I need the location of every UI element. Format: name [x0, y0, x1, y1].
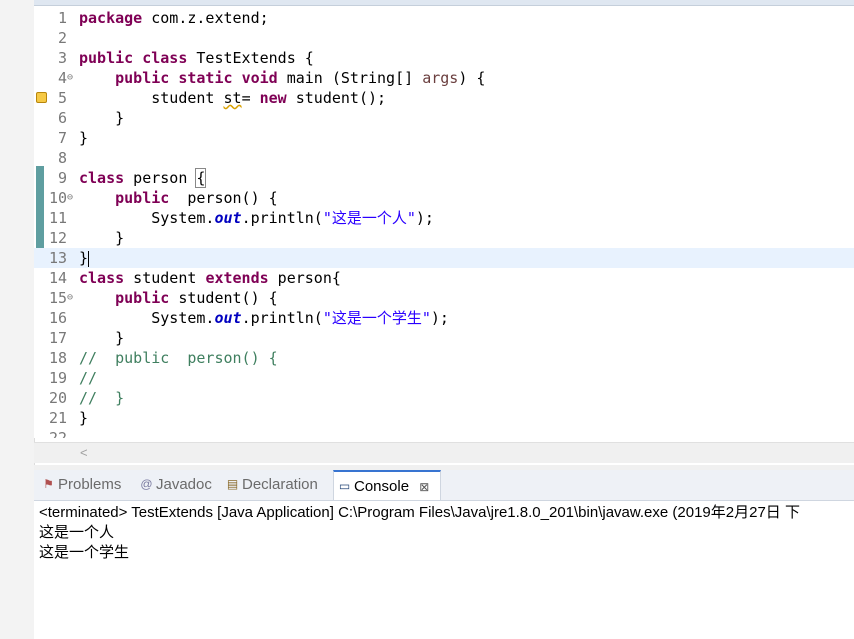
code-line[interactable]: 6 } [34, 108, 854, 128]
code-line[interactable]: 18 // public person() { [34, 348, 854, 368]
code-text: package com.z.extend; [79, 9, 269, 27]
code-text: } [79, 249, 90, 267]
code-text: public person() { [115, 189, 278, 207]
console-status-line: <terminated> TestExtends [Java Applicati… [39, 504, 800, 521]
code-text: } [79, 329, 125, 347]
code-line[interactable]: 12 } [34, 228, 854, 248]
tab-console-label: Console [354, 478, 410, 495]
line-number: 6 [57, 109, 67, 127]
code-line[interactable]: 3 public class TestExtends { [34, 48, 854, 68]
code-editor[interactable]: 1 package com.z.extend; 2 3 public class Tes… [34, 6, 854, 438]
code-line[interactable]: 20 // } [34, 388, 854, 408]
code-text: // [79, 369, 98, 387]
code-line[interactable]: 19 // [34, 368, 854, 388]
problems-icon: ⚑ [43, 477, 54, 491]
scroll-left-arrow-icon[interactable]: < [80, 445, 88, 460]
editor-horizontal-scrollbar[interactable]: < [34, 442, 854, 463]
tab-problems-label: Problems [58, 476, 122, 493]
code-line[interactable]: 21} [34, 408, 854, 428]
fold-toggle-icon[interactable]: ⊖ [67, 68, 77, 88]
line-number: 15 [48, 289, 67, 307]
line-number: 1 [57, 9, 67, 27]
warning-icon[interactable] [36, 92, 47, 103]
code-line[interactable]: 8 [34, 148, 854, 168]
fold-toggle-icon[interactable]: ⊖ [67, 188, 77, 208]
line-number: 2 [57, 29, 67, 47]
tab-problems[interactable]: ⚑ Problems [38, 470, 136, 500]
line-number: 16 [48, 309, 67, 327]
code-line[interactable]: 11 System.out.println("这是一个人"); [34, 208, 854, 228]
code-line[interactable]: 15 ⊖ public student() { [34, 288, 854, 308]
code-text: public student() { [115, 289, 278, 307]
code-text: student st= new student(); [79, 89, 387, 107]
close-icon[interactable]: ⊠ [419, 480, 429, 494]
code-line[interactable]: 16 System.out.println("这是一个学生"); [34, 308, 854, 328]
tab-console[interactable]: ▭ Console ⊠ [333, 470, 441, 500]
code-line[interactable]: 1 package com.z.extend; [34, 8, 854, 28]
code-line[interactable]: 14 class student extends person{ [34, 268, 854, 288]
code-text: } [79, 129, 89, 147]
line-number: 18 [48, 349, 67, 367]
code-line[interactable]: 2 [34, 28, 854, 48]
line-number: 19 [48, 369, 67, 387]
tab-javadoc-label: Javadoc [156, 476, 212, 493]
code-line[interactable]: 9 class person { [34, 168, 854, 188]
console-icon: ▭ [338, 479, 351, 493]
tab-declaration[interactable]: ▤ Declaration [222, 470, 332, 500]
code-text: public class TestExtends { [79, 49, 314, 67]
code-text: class person { [79, 168, 207, 188]
code-text: System.out.println("这是一个学生"); [79, 309, 449, 327]
line-number: 7 [57, 129, 67, 147]
code-text: } [79, 109, 125, 127]
line-number: 20 [48, 389, 67, 407]
line-number: 17 [48, 329, 67, 347]
line-number: 11 [48, 209, 67, 227]
code-line[interactable]: 22 [34, 428, 854, 438]
declaration-icon: ▤ [226, 477, 239, 491]
left-side-strip [0, 0, 35, 639]
code-text: // public person() { [79, 349, 278, 367]
line-number: 12 [48, 229, 67, 247]
tab-declaration-label: Declaration [242, 476, 318, 493]
code-line[interactable]: 7} [34, 128, 854, 148]
line-number: 9 [57, 169, 67, 187]
code-line[interactable]: 17 } [34, 328, 854, 348]
console-output-line: 这是一个学生 [39, 544, 130, 561]
line-number: 8 [57, 149, 67, 167]
line-number: 14 [48, 269, 67, 287]
console-view[interactable]: <terminated> TestExtends [Java Applicati… [34, 501, 854, 639]
code-text: public static void main (String[] args) … [115, 69, 486, 87]
code-line[interactable]: 4 ⊖ public static void main (String[] arg… [34, 68, 854, 88]
line-number: 4 [57, 69, 67, 87]
code-text: } [79, 409, 89, 427]
line-number: 10 [48, 189, 67, 207]
fold-toggle-icon[interactable]: ⊖ [67, 288, 77, 308]
code-line[interactable]: 13} [34, 248, 854, 268]
line-number: 21 [48, 409, 67, 427]
javadoc-icon: @ [140, 477, 153, 491]
code-text: } [79, 229, 125, 247]
line-number: 3 [57, 49, 67, 67]
tab-javadoc[interactable]: @ Javadoc [136, 470, 222, 500]
code-text: System.out.println("这是一个人"); [79, 209, 434, 227]
line-number: 13 [48, 249, 67, 267]
code-text: // } [79, 389, 125, 407]
code-line[interactable]: 5 student st= new student(); [34, 88, 854, 108]
bottom-panel-tabbar: ⚑ Problems @ Javadoc ▤ Declaration ▭ Con… [34, 470, 854, 501]
code-text: class student extends person{ [79, 269, 341, 287]
code-line[interactable]: 10 ⊖ public person() { [34, 188, 854, 208]
console-output-line: 这是一个人 [39, 524, 115, 541]
line-number: 22 [48, 429, 67, 438]
